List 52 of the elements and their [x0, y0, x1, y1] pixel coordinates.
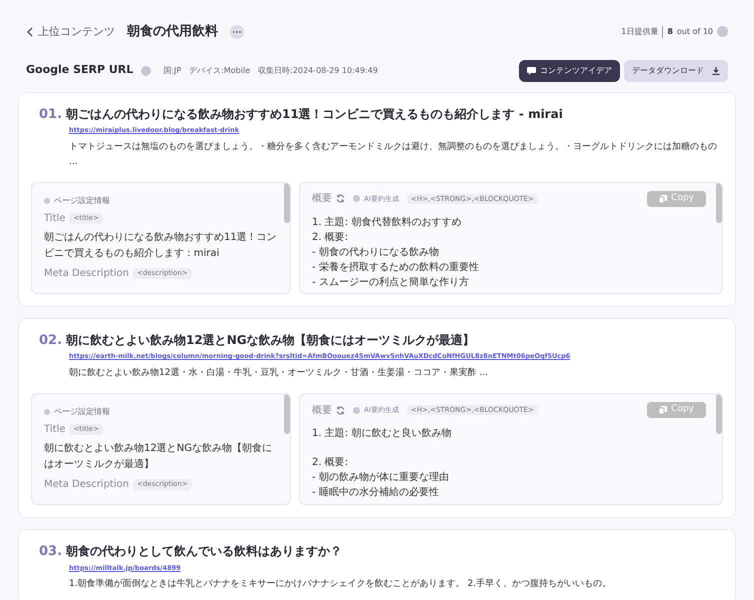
page-title: 朝食の代用飲料 [127, 23, 218, 41]
chat-icon [527, 66, 536, 74]
scrollbar-icon [284, 182, 290, 223]
field-label: Title [44, 423, 66, 437]
summary-line: - 睡眠中の水分補給の必要性 [312, 486, 440, 500]
field-label: Meta Description [44, 478, 129, 492]
device-label: デバイス:Mobile [189, 64, 250, 76]
rank-number: 03. [39, 543, 62, 561]
scrollbar-icon [284, 394, 290, 434]
rank-number: 02. [39, 332, 62, 350]
more-button[interactable] [230, 24, 244, 39]
back-link[interactable]: 上位コンテンツ [38, 24, 115, 40]
result-snippet: 1.朝食準備が面倒なときは牛乳とバナナをミキサーにかけバナナシェイクを飲むことがあります。 2.手早く、かつ腹持ちがいいもの。 [69, 578, 612, 592]
copy-icon [659, 194, 668, 203]
summary-line: 2. 概要: [312, 456, 350, 470]
country-label: 国:JP [163, 64, 182, 76]
page-title-text: 朝に飲むとよい飲み物12選とNGな飲み物【朝食にはオーツミルクが最適】 [44, 442, 273, 472]
panel-title: 概要 [312, 404, 332, 418]
content-idea-button[interactable]: コンテンツアイデア [519, 60, 620, 82]
summary-line: - 朝食の代わりになる飲み物 [312, 246, 440, 260]
refresh-icon[interactable] [336, 194, 345, 204]
quota-total: out of 10 [676, 26, 713, 38]
page-title-text: 朝ごはんの代わりになる飲み物おすすめ11選！コンビニで買えるものも紹介します : mirai [44, 230, 278, 261]
quota-label: 1日提供量 [621, 26, 664, 38]
result-title[interactable]: 朝食の代わりとして飲んでいる飲料はありますか？ [66, 542, 342, 560]
serp-title: Google SERP URL [26, 62, 134, 78]
summary-line: 2. 概要: [312, 230, 350, 245]
panel-label: ページ設定情報 [54, 194, 110, 207]
rank-number: 01. [39, 106, 62, 124]
result-snippet: トマトジュースは無塩のものを選びましょう。・糖分を多く含むアーモンドミルクは避け、無調整のものを選びましょう。・ヨーグルトドリンクには加糖のもの ... [69, 140, 718, 169]
refresh-icon[interactable] [336, 406, 345, 414]
collected-date: 収集日時:2024-08-29 10:49:49 [258, 64, 378, 76]
panel-title: 概要 [312, 192, 332, 206]
result-snippet: 朝に飲むとよい飲み物12選・水・白湯・牛乳・豆乳・オーツミルク・甘酒・生姜湯・ココア・果実酢 ... [69, 366, 489, 380]
summary-line: - 朝の飲み物が体に重要な理由 [312, 470, 450, 485]
back-chevron-icon[interactable] [26, 26, 34, 37]
summary-line: 1. 主題: 朝食代替飲料のおすすめ [312, 216, 462, 230]
download-button[interactable]: データダウンロード [624, 60, 728, 82]
more-icon [233, 30, 241, 33]
field-label: Meta Description [44, 266, 129, 281]
scrollbar-icon [716, 182, 722, 223]
quota-used: 8 [667, 26, 673, 38]
panel-label: ページ設定情報 [54, 406, 110, 418]
field-label: Title [44, 212, 66, 226]
summary-line: - 栄養を摂取するための飲料の重要性 [312, 260, 480, 275]
summary-line: 1. 主題: 朝に飲むと良い飲み物 [312, 426, 452, 441]
result-title[interactable]: 朝に飲むとよい飲み物12選とNGな飲み物【朝食にはオーツミルクが最適】 [66, 330, 475, 349]
copy-icon [659, 406, 668, 414]
summary-line: - スムージーの利点と簡単な作り方 [312, 276, 470, 290]
result-title[interactable]: 朝ごはんの代わりになる飲み物おすすめ11選！コンビニで買えるものも紹介します - mirai [66, 104, 563, 122]
download-icon [712, 66, 720, 74]
scrollbar-icon [716, 394, 722, 434]
